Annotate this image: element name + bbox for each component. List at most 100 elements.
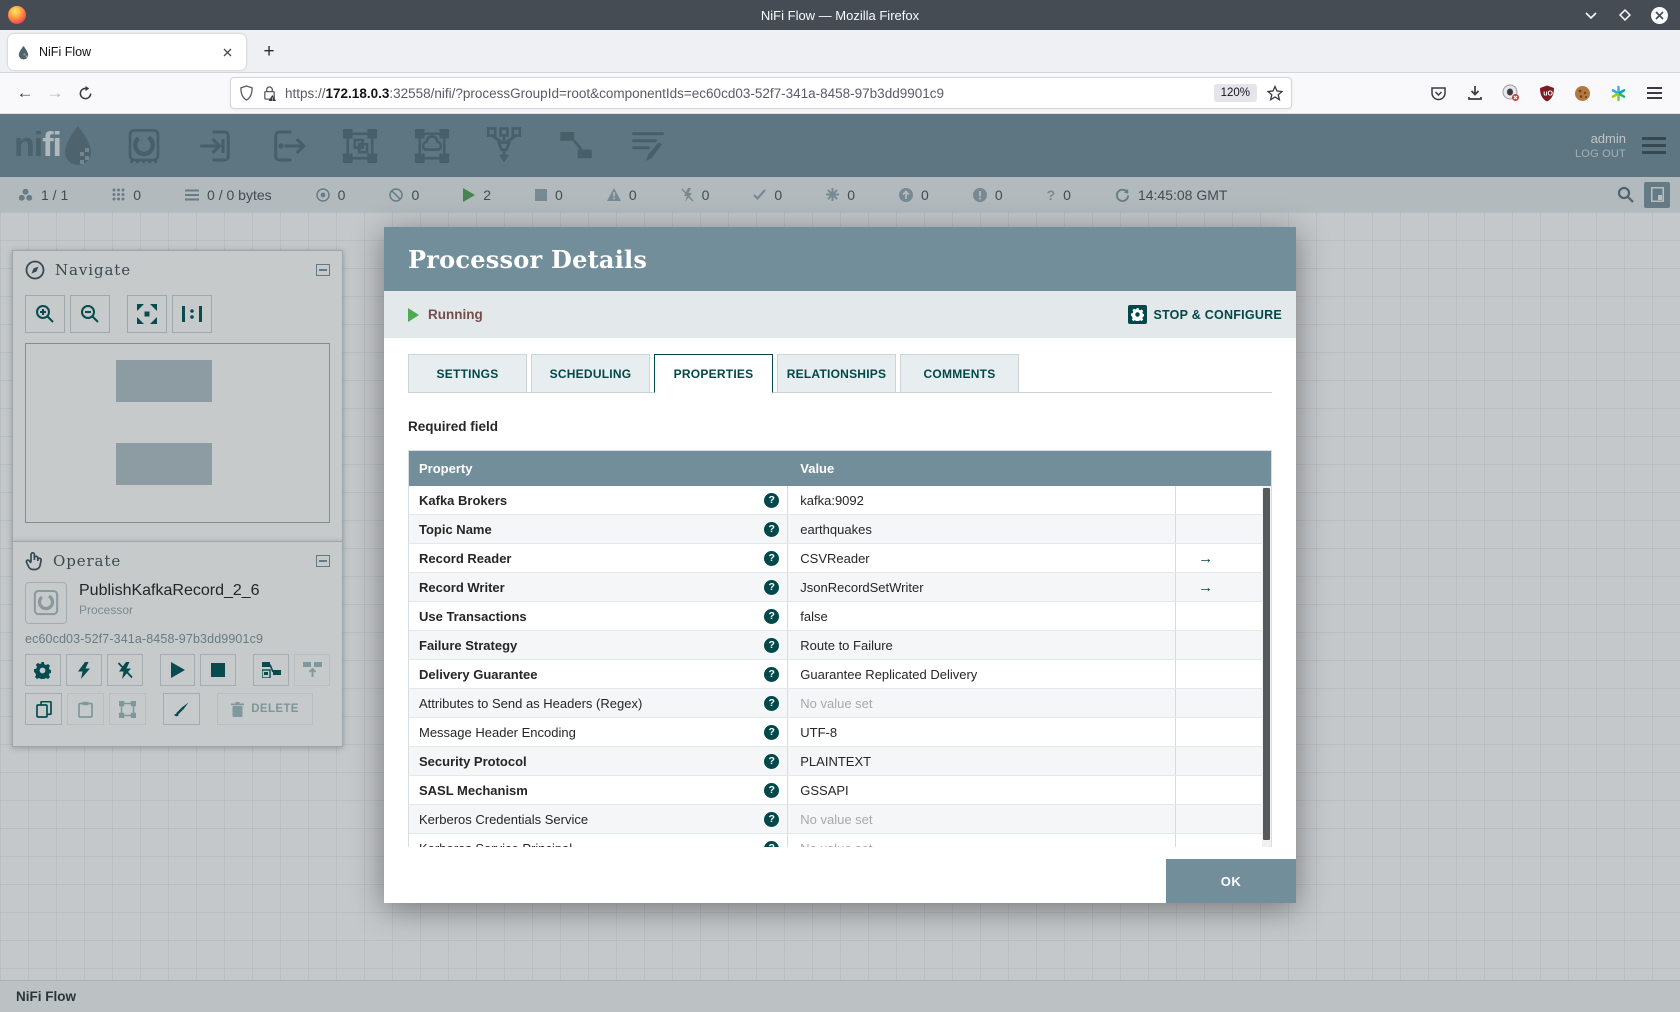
property-value[interactable]: GSSAPI [800,783,848,798]
browser-tab[interactable]: NiFi Flow [8,34,246,70]
stop-and-configure-button[interactable]: STOP & CONFIGURE [1128,305,1282,324]
table-row: Security Protocol? PLAINTEXT [409,747,1271,776]
help-icon[interactable]: ? [764,666,780,682]
property-value[interactable]: No value set [800,696,872,711]
property-name: Use Transactions [419,608,527,624]
tab-close-icon[interactable] [216,41,238,63]
url-host: 172.18.0.3 [325,85,390,101]
tab-scheduling[interactable]: SCHEDULING [531,354,650,392]
scrollbar-thumb[interactable] [1263,488,1270,840]
dialog-tabs: SETTINGS SCHEDULING PROPERTIES RELATIONS… [408,354,1272,393]
bookmark-star-icon[interactable] [1267,85,1283,101]
screen: NiFi Flow — Mozilla Firefox NiFi Flow + [0,0,1680,1012]
connection-lock-icon[interactable]: ! [262,85,277,101]
nifi-favicon [16,45,31,60]
pocket-icon[interactable] [1429,84,1448,103]
tab-comments[interactable]: COMMENTS [900,354,1019,392]
running-status-icon [408,307,419,322]
property-name: Message Header Encoding [419,724,576,740]
property-value[interactable]: JsonRecordSetWriter [800,580,923,595]
tracking-shield-icon[interactable] [239,85,254,101]
property-name: Kafka Brokers [419,492,508,508]
table-row: Kerberos Service Principal? No value set [409,834,1271,847]
svg-text:uO: uO [1543,90,1553,97]
downloads-icon[interactable] [1465,84,1484,103]
help-icon[interactable]: ? [764,521,780,537]
url-path: :32558/nifi/?processGroupId=root&compone… [389,85,944,101]
help-icon[interactable]: ? [764,840,780,847]
required-field-label: Required field [408,419,499,434]
property-value[interactable]: kafka:9092 [800,493,864,508]
help-icon[interactable]: ? [764,724,780,740]
property-value[interactable]: Route to Failure [800,638,893,653]
stop-configure-gear-icon [1128,305,1148,324]
property-name: Failure Strategy [419,637,518,653]
ok-button[interactable]: OK [1166,859,1296,903]
table-row: Failure Strategy? Route to Failure [409,631,1271,660]
property-name: Record Writer [419,579,505,595]
properties-table-header: Property Value [409,451,1271,486]
tab-title: NiFi Flow [39,45,92,59]
extension-badge-icon[interactable] [1501,84,1520,103]
help-icon[interactable]: ? [764,695,780,711]
table-row: Delivery Guarantee? Guarantee Replicated… [409,660,1271,689]
tab-settings[interactable]: SETTINGS [408,354,527,392]
properties-table: Property Value Kafka Brokers? kafka:9092… [408,450,1272,847]
tab-relationships[interactable]: RELATIONSHIPS [777,354,896,392]
toolbar-extensions: uO [1429,84,1670,103]
property-value[interactable]: Guarantee Replicated Delivery [800,667,977,682]
property-value[interactable]: No value set [800,841,872,848]
url-scheme: https:// [285,85,326,101]
help-icon[interactable]: ? [764,550,780,566]
property-name: Kerberos Service Principal [419,841,764,848]
table-row: Kafka Brokers? kafka:9092 [409,486,1271,515]
go-to-service-icon[interactable]: → [1198,579,1213,596]
help-icon[interactable]: ? [764,811,780,827]
table-scrollbar[interactable] [1262,486,1271,847]
table-row: Record Writer? JsonRecordSetWriter → [409,573,1271,602]
reload-button[interactable] [70,78,100,108]
property-name: Kerberos Credentials Service [419,811,589,827]
new-tab-button[interactable]: + [252,35,286,69]
minimize-icon[interactable] [1583,7,1599,23]
pinwheel-extension-icon[interactable] [1609,84,1628,103]
property-column-header: Property [419,461,473,476]
cookie-extension-icon[interactable] [1573,84,1592,103]
help-icon[interactable]: ? [764,492,780,508]
help-icon[interactable]: ? [764,608,780,624]
tab-properties[interactable]: PROPERTIES [654,354,773,393]
url-bar[interactable]: ! https://172.18.0.3:32558/nifi/?process… [230,77,1292,109]
property-value[interactable]: earthquakes [800,522,872,537]
navigation-toolbar: ← → ! https://172.18.0.3:32558/nifi/?pro… [0,73,1680,114]
property-value[interactable]: false [800,609,827,624]
forward-button[interactable]: → [40,78,70,108]
page-zoom-indicator[interactable]: 120% [1213,84,1257,102]
dialog-status-row: Running STOP & CONFIGURE [384,291,1296,338]
close-icon[interactable] [1651,6,1668,24]
table-row: Kerberos Credentials Service? No value s… [409,805,1271,834]
table-row: Attributes to Send as Headers (Regex)? N… [409,689,1271,718]
window-controls [1583,6,1680,24]
url-text[interactable]: https://172.18.0.3:32558/nifi/?processGr… [285,86,1214,101]
help-icon[interactable]: ? [764,753,780,769]
property-name: Delivery Guarantee [419,666,538,682]
dialog-body: SETTINGS SCHEDULING PROPERTIES RELATIONS… [384,338,1296,847]
property-name: Attributes to Send as Headers (Regex) [419,695,643,711]
property-value[interactable]: No value set [800,812,872,827]
help-icon[interactable]: ? [764,782,780,798]
dialog-header: Processor Details [384,227,1296,291]
ublock-icon[interactable]: uO [1537,84,1556,103]
help-icon[interactable]: ? [764,579,780,595]
menu-icon[interactable] [1645,84,1664,103]
firefox-logo-icon [8,6,26,24]
help-icon[interactable]: ? [764,637,780,653]
property-value[interactable]: PLAINTEXT [800,754,871,769]
go-to-service-icon[interactable]: → [1198,550,1213,567]
stop-configure-label: STOP & CONFIGURE [1153,307,1282,322]
running-status-text: Running [428,307,483,322]
property-value[interactable]: CSVReader [800,551,869,566]
property-value[interactable]: UTF-8 [800,725,837,740]
maximize-icon[interactable] [1617,7,1633,23]
back-button[interactable]: ← [10,78,40,108]
table-row: Message Header Encoding? UTF-8 [409,718,1271,747]
